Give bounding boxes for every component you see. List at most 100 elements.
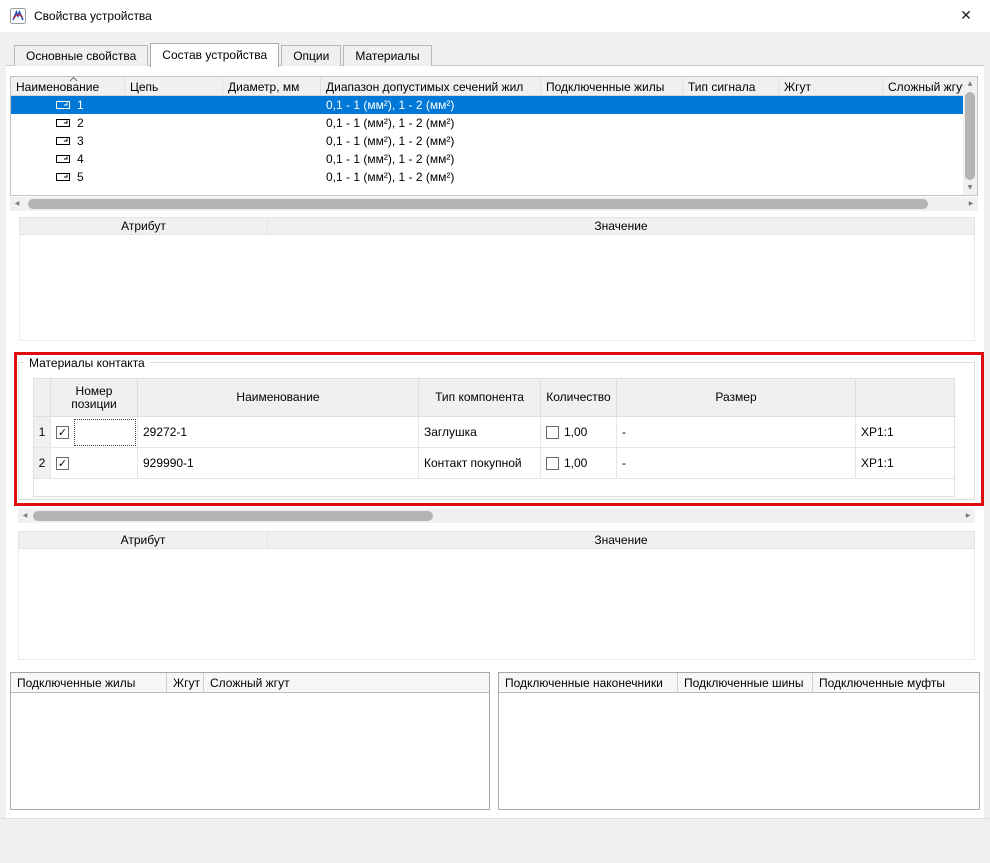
device-grid: Наименование Цепь Диаметр, мм Диапазон д… — [10, 76, 978, 196]
position-value-focus-cell[interactable] — [74, 419, 136, 446]
device-grid-vertical-scrollbar[interactable]: ▲ ▼ — [963, 77, 977, 195]
component-type-cell[interactable]: Заглушка — [419, 417, 541, 448]
material-rownum: 1 — [34, 417, 51, 448]
tab-options[interactable]: Опции — [281, 45, 341, 66]
column-header-reference[interactable] — [856, 379, 956, 417]
device-row-4[interactable]: 4 0,1 - 1 (мм²), 1 - 2 (мм²) — [11, 150, 963, 168]
column-header-complex-harness[interactable]: Сложный жгут — [204, 673, 489, 692]
column-header-position-number[interactable]: Номер позиции — [51, 379, 138, 417]
column-header-material-name[interactable]: Наименование — [138, 379, 419, 417]
device-row-3[interactable]: 3 0,1 - 1 (мм²), 1 - 2 (мм²) — [11, 132, 963, 150]
component-type-cell[interactable]: Контакт покупной — [419, 448, 541, 479]
materials-table: Номер позиции Наименование Тип компонент… — [33, 378, 955, 497]
column-header-size[interactable]: Размер — [617, 379, 856, 417]
scrollbar-thumb[interactable] — [28, 199, 928, 209]
contact-icon — [56, 136, 70, 146]
tab-main-properties[interactable]: Основные свойства — [14, 45, 148, 66]
material-name-cell[interactable]: 929990-1 — [138, 448, 419, 479]
device-row-5[interactable]: 5 0,1 - 1 (мм²), 1 - 2 (мм²) — [11, 168, 963, 186]
size-cell[interactable]: - — [617, 448, 856, 479]
window-titlebar: Свойства устройства ✕ — [0, 0, 990, 32]
attribute-table-1-body — [19, 235, 975, 341]
position-cell[interactable]: ✓ — [51, 417, 138, 448]
column-header-connected-lugs[interactable]: Подключенные наконечники — [499, 673, 678, 692]
column-header-harness[interactable]: Жгут — [779, 77, 883, 95]
quantity-cell[interactable]: 1,00 — [541, 417, 617, 448]
column-header-connected-buses[interactable]: Подключенные шины — [678, 673, 813, 692]
material-row-1[interactable]: 1 ✓ 29272-1 Заглушка 1,00 - XP1:1 — [34, 417, 954, 448]
column-header-value[interactable]: Значение — [268, 217, 975, 235]
position-cell[interactable]: ✓ — [51, 448, 138, 479]
connected-terminals-panel: Подключенные наконечники Подключенные ши… — [498, 672, 980, 810]
window-title: Свойства устройства — [34, 0, 152, 32]
scroll-left-icon[interactable]: ◀ — [10, 197, 24, 211]
material-name-cell[interactable]: 29272-1 — [138, 417, 419, 448]
contact-icon — [56, 100, 70, 110]
materials-horizontal-scrollbar[interactable]: ◀ ▶ — [18, 509, 975, 523]
scrollbar-thumb[interactable] — [33, 511, 433, 521]
column-header-component-type[interactable]: Тип компонента — [419, 379, 541, 417]
column-header-harness[interactable]: Жгут — [167, 673, 204, 692]
scroll-down-icon[interactable]: ▼ — [963, 181, 977, 195]
tab-device-composition[interactable]: Состав устройства — [150, 43, 279, 67]
row-section-range: 0,1 - 1 (мм²), 1 - 2 (мм²) — [321, 114, 541, 132]
column-header-value[interactable]: Значение — [268, 531, 975, 549]
row-name: 4 — [77, 150, 84, 168]
material-row-2[interactable]: 2 ✓ 929990-1 Контакт покупной 1,00 - XP1… — [34, 448, 954, 479]
connected-terminals-header: Подключенные наконечники Подключенные ши… — [499, 673, 979, 693]
scroll-right-icon[interactable]: ▶ — [964, 197, 978, 211]
connected-cores-header: Подключенные жилы Жгут Сложный жгут — [11, 673, 489, 693]
column-header-signal-type[interactable]: Тип сигнала — [683, 77, 779, 95]
device-properties-dialog: Свойства устройства ✕ Основные свойства … — [0, 0, 990, 863]
close-icon[interactable]: ✕ — [946, 0, 986, 32]
tab-bar: Основные свойства Состав устройства Опци… — [14, 43, 434, 66]
column-header-name[interactable]: Наименование — [11, 77, 125, 95]
column-header-rownum — [34, 379, 51, 417]
dialog-button-bar: OK Отмена — [0, 818, 990, 863]
reference-cell[interactable]: XP1:1 — [856, 448, 956, 479]
column-header-section-range[interactable]: Диапазон допустимых сечений жил — [321, 77, 541, 95]
reference-cell[interactable]: XP1:1 — [856, 417, 956, 448]
column-header-quantity[interactable]: Количество — [541, 379, 617, 417]
scrollbar-thumb[interactable] — [965, 92, 975, 180]
contact-icon — [56, 172, 70, 182]
materials-table-header: Номер позиции Наименование Тип компонент… — [34, 379, 954, 417]
scroll-up-icon[interactable]: ▲ — [963, 77, 977, 91]
device-grid-header: Наименование Цепь Диаметр, мм Диапазон д… — [11, 77, 963, 96]
attribute-table-1-header: Атрибут Значение — [19, 217, 975, 235]
materials-group-label: Материалы контакта — [24, 356, 150, 370]
device-grid-horizontal-scrollbar[interactable]: ◀ ▶ — [10, 197, 978, 211]
column-header-attribute[interactable]: Атрибут — [18, 531, 268, 549]
row-name: 2 — [77, 114, 84, 132]
sort-ascending-icon — [69, 77, 78, 82]
tab-materials[interactable]: Материалы — [343, 45, 431, 66]
connected-cores-panel: Подключенные жилы Жгут Сложный жгут — [10, 672, 490, 810]
column-header-attribute[interactable]: Атрибут — [19, 217, 268, 235]
device-row-2[interactable]: 2 0,1 - 1 (мм²), 1 - 2 (мм²) — [11, 114, 963, 132]
row-section-range: 0,1 - 1 (мм²), 1 - 2 (мм²) — [321, 150, 541, 168]
row-section-range: 0,1 - 1 (мм²), 1 - 2 (мм²) — [321, 132, 541, 150]
column-header-connected-cores[interactable]: Подключенные жилы — [541, 77, 683, 95]
app-icon — [10, 8, 26, 24]
position-checkbox-checked[interactable]: ✓ — [56, 457, 69, 470]
column-header-connected-cores[interactable]: Подключенные жилы — [11, 673, 167, 692]
scroll-left-icon[interactable]: ◀ — [18, 509, 32, 523]
quantity-cell[interactable]: 1,00 — [541, 448, 617, 479]
device-row-1[interactable]: 1 0,1 - 1 (мм²), 1 - 2 (мм²) — [11, 96, 963, 114]
row-section-range: 0,1 - 1 (мм²), 1 - 2 (мм²) — [321, 96, 541, 114]
attribute-table-2-header: Атрибут Значение — [18, 531, 975, 549]
scroll-right-icon[interactable]: ▶ — [961, 509, 975, 523]
column-header-connected-couplings[interactable]: Подключенные муфты — [813, 673, 979, 692]
row-section-range: 0,1 - 1 (мм²), 1 - 2 (мм²) — [321, 168, 541, 186]
quantity-checkbox-unchecked[interactable] — [546, 426, 559, 439]
contact-icon — [56, 118, 70, 128]
position-checkbox-checked[interactable]: ✓ — [56, 426, 69, 439]
quantity-value: 1,00 — [564, 425, 587, 439]
quantity-checkbox-unchecked[interactable] — [546, 457, 559, 470]
row-name: 3 — [77, 132, 84, 150]
column-header-diameter[interactable]: Диаметр, мм — [223, 77, 321, 95]
size-cell[interactable]: - — [617, 417, 856, 448]
column-header-circuit[interactable]: Цепь — [125, 77, 223, 95]
column-header-complex-harness[interactable]: Сложный жгут — [883, 77, 963, 95]
row-name: 1 — [77, 96, 84, 114]
